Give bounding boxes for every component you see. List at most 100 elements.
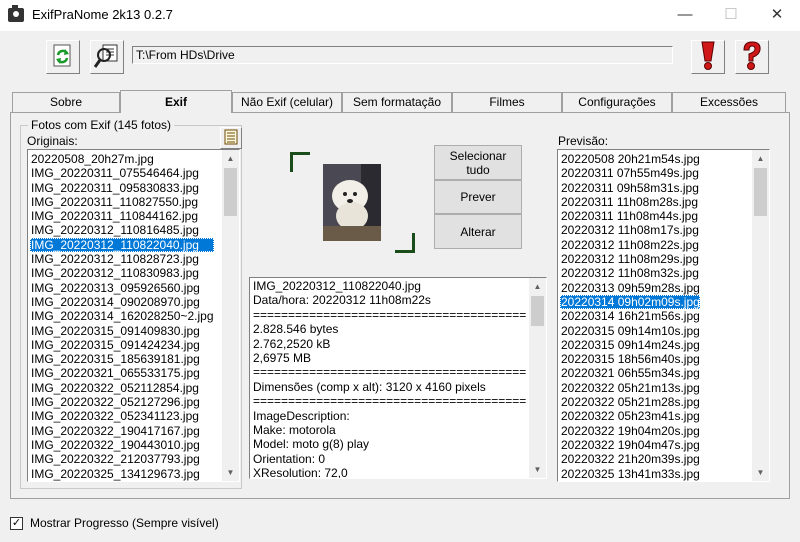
select-all-label-1: Selecionar <box>449 148 507 163</box>
originals-list-item[interactable]: IMG_20220311_110844162.jpg <box>30 209 214 223</box>
preview-list-item[interactable]: 20220313 09h59m28s.jpg <box>560 281 700 295</box>
preview-list-item[interactable]: 20220312 11h08m32s.jpg <box>560 266 700 280</box>
originals-list-item[interactable]: IMG_20220315_185639181.jpg <box>30 352 214 366</box>
scroll-thumb[interactable] <box>224 168 237 216</box>
preview-scrollbar[interactable]: ▲ ▼ <box>752 150 769 481</box>
frame-corner <box>290 152 310 172</box>
originals-list-item[interactable]: IMG_20220322_190443010.jpg <box>30 438 214 452</box>
preview-list-item[interactable]: 20220322 05h23m41s.jpg <box>560 409 700 423</box>
preview-list-item[interactable]: 20220311 09h58m31s.jpg <box>560 181 700 195</box>
preview-list[interactable]: 20220508 20h21m54s.jpg 20220311 07h55m49s… <box>557 149 770 482</box>
preview-list-item[interactable]: 20220315 18h56m40s.jpg <box>560 352 700 366</box>
scroll-down-icon[interactable]: ▼ <box>529 461 546 478</box>
originals-list-item[interactable]: IMG_20220315_091424234.jpg <box>30 338 214 352</box>
scroll-thumb[interactable] <box>531 296 544 326</box>
title-bar: ExifPraNome 2k13 0.2.7 — ☐ ✕ <box>0 0 800 31</box>
originals-list-item[interactable]: IMG_20220325_134129673.jpg <box>30 467 214 481</box>
list-options-button[interactable] <box>220 127 242 149</box>
tab-excessoes[interactable]: Excessões <box>672 92 786 112</box>
tab-strip: Sobre Exif Não Exif (celular) Sem format… <box>10 90 790 113</box>
show-progress-checkbox[interactable]: ✓ <box>10 517 23 530</box>
photo-thumbnail <box>323 164 381 241</box>
preview-list-item[interactable]: 20220322 05h21m28s.jpg <box>560 395 700 409</box>
originals-list-item[interactable]: IMG_20220314_090208970.jpg <box>30 295 214 309</box>
list-icon <box>224 129 238 148</box>
scroll-thumb[interactable] <box>754 168 767 216</box>
tab-configuracoes[interactable]: Configurações <box>562 92 672 112</box>
originals-list-item[interactable]: IMG_20220312_110830983.jpg <box>30 266 214 280</box>
originals-list-item[interactable]: IMG_20220311_110827550.jpg <box>30 195 214 209</box>
info-line: ImageDescription: <box>253 408 350 423</box>
originals-list-item[interactable]: IMG_20220321_065533175.jpg <box>30 366 214 380</box>
browse-folder-button[interactable] <box>90 40 124 74</box>
alert-button[interactable] <box>691 40 725 74</box>
originals-list-item[interactable]: IMG_20220315_091409830.jpg <box>30 324 214 338</box>
scroll-up-icon[interactable]: ▲ <box>222 150 239 167</box>
originals-list-item[interactable]: IMG_20220312_110816485.jpg <box>30 223 214 237</box>
preview-list-item[interactable]: 20220311 07h55m49s.jpg <box>560 166 700 180</box>
preview-list-item[interactable]: 20220322 05h21m13s.jpg <box>560 381 700 395</box>
maximize-button[interactable]: ☐ <box>708 0 754 31</box>
help-button[interactable] <box>735 40 769 74</box>
info-line: XResolution: 72,0 <box>253 466 348 479</box>
scroll-down-icon[interactable]: ▼ <box>752 464 769 481</box>
info-line: ========================================… <box>253 307 526 322</box>
originals-list-item[interactable]: IMG_20220322_190417167.jpg <box>30 424 214 438</box>
preview-list-item[interactable]: 20220314 09h02m09s.jpg <box>560 294 700 310</box>
info-line: ========================================… <box>253 394 526 409</box>
preview-list-item[interactable]: 20220321 06h55m34s.jpg <box>560 366 700 380</box>
info-scrollbar[interactable]: ▲ ▼ <box>529 278 546 478</box>
originals-list[interactable]: 20220508_20h27m.jpg IMG_20220311_07554646… <box>27 149 240 482</box>
preview-list-item[interactable]: 20220322 19h04m20s.jpg <box>560 424 700 438</box>
preview-list-item[interactable]: 20220312 11h08m29s.jpg <box>560 252 700 266</box>
close-button[interactable]: ✕ <box>754 0 800 31</box>
frame-corner <box>395 233 415 253</box>
tab-nao-exif[interactable]: Não Exif (celular) <box>232 92 342 112</box>
preview-list-item[interactable]: 20220322 21h20m39s.jpg <box>560 452 700 466</box>
originals-list-item[interactable]: IMG_20220313_095926560.jpg <box>30 281 214 295</box>
preview-list-item[interactable]: 20220322 19h04m47s.jpg <box>560 438 700 452</box>
refresh-icon <box>52 44 74 71</box>
exif-info-textarea[interactable]: IMG_20220312_110822040.jpg Data/hora: 202… <box>249 277 547 479</box>
tab-sobre[interactable]: Sobre <box>12 92 120 112</box>
select-all-button[interactable]: Selecionar tudo <box>434 145 522 180</box>
originals-list-item[interactable]: 20220508_20h27m.jpg <box>30 152 214 166</box>
preview-list-item[interactable]: 20220311 11h08m28s.jpg <box>560 195 700 209</box>
tab-exif[interactable]: Exif <box>120 90 232 113</box>
info-line: Orientation: 0 <box>253 451 326 466</box>
preview-list-item[interactable]: 20220315 09h14m10s.jpg <box>560 324 700 338</box>
preview-button[interactable]: Prever <box>434 180 522 214</box>
originals-list-item[interactable]: IMG_20220314_162028250~2.jpg <box>30 309 214 323</box>
originals-list-item[interactable]: IMG_20220322_212037793.jpg <box>30 452 214 466</box>
originals-list-item[interactable]: IMG_20220322_052112854.jpg <box>30 381 214 395</box>
select-all-label-2: tudo <box>466 162 490 177</box>
preview-list-item[interactable]: 20220315 09h14m24s.jpg <box>560 338 700 352</box>
originals-list-item[interactable]: IMG_20220312_110822040.jpg <box>30 237 214 253</box>
originals-list-item[interactable]: IMG_20220322_052127296.jpg <box>30 395 214 409</box>
info-line: Model: moto g(8) play <box>253 437 370 452</box>
tab-sem-formatacao[interactable]: Sem formatação <box>342 92 452 112</box>
info-line: 2.828.546 bytes <box>253 322 339 337</box>
preview-list-item[interactable]: 20220314 16h21m56s.jpg <box>560 309 700 323</box>
refresh-button[interactable] <box>46 40 80 74</box>
preview-list-item[interactable]: 20220311 11h08m44s.jpg <box>560 209 700 223</box>
exclamation-icon <box>698 41 718 74</box>
apply-button[interactable]: Alterar <box>434 214 522 249</box>
tab-filmes[interactable]: Filmes <box>452 92 562 112</box>
originals-scrollbar[interactable]: ▲ ▼ <box>222 150 239 481</box>
originals-list-item[interactable]: IMG_20220311_075546464.jpg <box>30 166 214 180</box>
scroll-up-icon[interactable]: ▲ <box>752 150 769 167</box>
scroll-up-icon[interactable]: ▲ <box>529 278 546 295</box>
minimize-button[interactable]: — <box>662 0 708 31</box>
preview-list-item[interactable]: 20220508 20h21m54s.jpg <box>560 152 700 166</box>
preview-list-item[interactable]: 20220312 11h08m22s.jpg <box>560 238 700 252</box>
group-title: Fotos com Exif (145 fotos) <box>28 118 175 132</box>
originals-list-item[interactable]: IMG_20220311_095830833.jpg <box>30 181 214 195</box>
originals-label: Originais: <box>27 134 78 148</box>
scroll-down-icon[interactable]: ▼ <box>222 464 239 481</box>
preview-list-item[interactable]: 20220312 11h08m17s.jpg <box>560 223 700 237</box>
preview-list-item[interactable]: 20220325 13h41m33s.jpg <box>560 467 700 481</box>
path-field[interactable]: T:\From HDs\Drive <box>132 46 673 64</box>
originals-list-item[interactable]: IMG_20220322_052341123.jpg <box>30 409 214 423</box>
originals-list-item[interactable]: IMG_20220312_110828723.jpg <box>30 252 214 266</box>
